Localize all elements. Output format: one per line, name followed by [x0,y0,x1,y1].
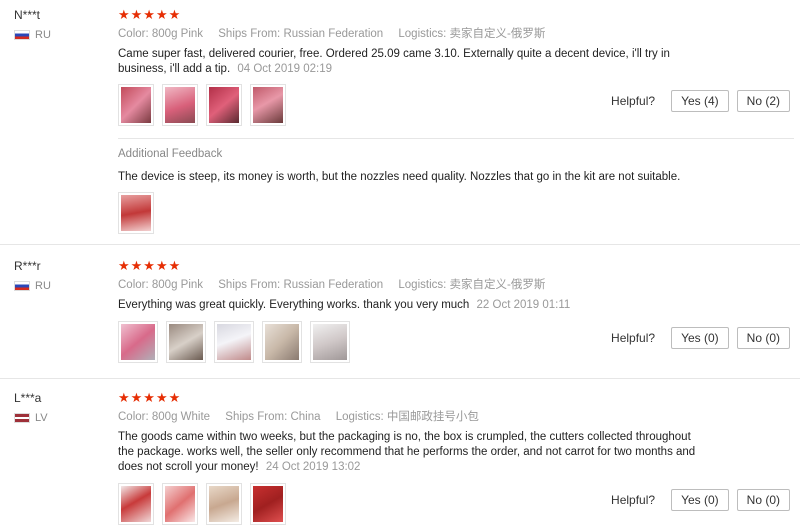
country-code: LV [35,412,48,424]
review-text: The goods came within two weeks, but the… [118,430,708,475]
country-code: RU [35,280,51,292]
logistics-label: Logistics: [398,279,447,291]
reviewer-name: L***a [14,391,42,405]
review-body: The goods came within two weeks, but the… [118,431,696,473]
review-item: N***t RU ★★★★★ Color: 800g Pink Ships Fr… [0,0,800,240]
review-content: ★★★★★ Color: 800g White Ships From: Chin… [118,391,718,475]
helpful-vote: Helpful? Yes (0) No (0) [611,327,790,349]
review-body: Everything was great quickly. Everything… [118,299,470,311]
review-photo[interactable] [262,321,302,363]
helpful-no-button[interactable]: No (0) [736,489,790,511]
review-body: Came super fast, delivered courier, free… [118,48,670,75]
star-rating: ★★★★★ [118,390,182,405]
country-code: RU [35,29,51,41]
review-text: Came super fast, delivered courier, free… [118,47,718,77]
color-value: 800g Pink [151,28,204,40]
color-value: 800g White [151,411,211,423]
helpful-no-button[interactable]: No (2) [736,90,790,112]
review-item: R***r RU ★★★★★ Color: 800g Pink Ships Fr… [0,244,800,378]
color-label: Color: [118,28,149,40]
review-photos [118,321,350,363]
order-info: Color: 800g Pink Ships From: Russian Fed… [118,278,718,292]
review-photo[interactable] [162,483,198,525]
helpful-no-button[interactable]: No (0) [736,327,790,349]
review-photos [118,84,286,126]
review-text: Everything was great quickly. Everything… [118,298,718,313]
divider [118,138,794,139]
helpful-yes-button[interactable]: Yes (4) [671,90,729,112]
reviewer-info: N***t RU [14,8,51,41]
helpful-yes-button[interactable]: Yes (0) [671,327,729,349]
review-photo[interactable] [118,483,154,525]
ships-from-label: Ships From: [218,28,281,40]
helpful-label: Helpful? [611,331,656,345]
logistics-value: 卖家自定义-俄罗斯 [449,28,546,40]
russia-flag-icon [14,281,30,291]
review-photo[interactable] [214,321,254,363]
review-content: ★★★★★ Color: 800g Pink Ships From: Russi… [118,259,718,313]
logistics-value: 卖家自定义-俄罗斯 [449,279,546,291]
reviewer-info: L***a LV [14,391,48,424]
ships-from-label: Ships From: [218,279,281,291]
helpful-yes-button[interactable]: Yes (0) [671,489,729,511]
review-photo[interactable] [250,483,286,525]
helpful-label: Helpful? [611,94,656,108]
reviewer-country: RU [14,29,51,41]
star-rating: ★★★★★ [118,258,182,273]
order-info: Color: 800g White Ships From: China Logi… [118,410,718,424]
ships-from-value: Russian Federation [283,28,384,40]
review-photo[interactable] [206,483,242,525]
latvia-flag-icon [14,413,30,423]
review-photo[interactable] [206,84,242,126]
helpful-vote: Helpful? Yes (0) No (0) [611,489,790,511]
logistics-value: 中国邮政挂号小包 [386,411,479,423]
russia-flag-icon [14,30,30,40]
additional-feedback-title: Additional Feedback [118,148,223,160]
helpful-vote: Helpful? Yes (4) No (2) [611,90,790,112]
review-date: 24 Oct 2019 13:02 [265,461,361,473]
review-photo[interactable] [118,84,154,126]
additional-photos [118,192,154,234]
logistics-label: Logistics: [335,411,384,423]
helpful-label: Helpful? [611,493,656,507]
review-photos [118,483,286,525]
ships-from-label: Ships From: [225,411,288,423]
star-rating: ★★★★★ [118,7,182,22]
reviewer-country: LV [14,412,48,424]
reviewer-name: N***t [14,8,41,22]
review-item: L***a LV ★★★★★ Color: 800g White Ships F… [0,378,800,527]
color-label: Color: [118,279,149,291]
order-info: Color: 800g Pink Ships From: Russian Fed… [118,27,718,41]
reviewer-name: R***r [14,259,41,273]
reviewer-info: R***r RU [14,259,51,292]
color-label: Color: [118,411,149,423]
review-photo[interactable] [250,84,286,126]
reviewer-country: RU [14,280,51,292]
review-photo[interactable] [118,321,158,363]
ships-from-value: China [290,411,321,423]
logistics-label: Logistics: [398,28,447,40]
ships-from-value: Russian Federation [283,279,384,291]
review-photo[interactable] [162,84,198,126]
color-value: 800g Pink [151,279,204,291]
review-date: 04 Oct 2019 02:19 [237,63,332,75]
additional-feedback-text: The device is steep, its money is worth,… [118,171,681,183]
review-photo[interactable] [310,321,350,363]
review-date: 22 Oct 2019 01:11 [476,299,571,311]
review-photo[interactable] [166,321,206,363]
review-photo[interactable] [118,192,154,234]
review-content: ★★★★★ Color: 800g Pink Ships From: Russi… [118,8,718,77]
